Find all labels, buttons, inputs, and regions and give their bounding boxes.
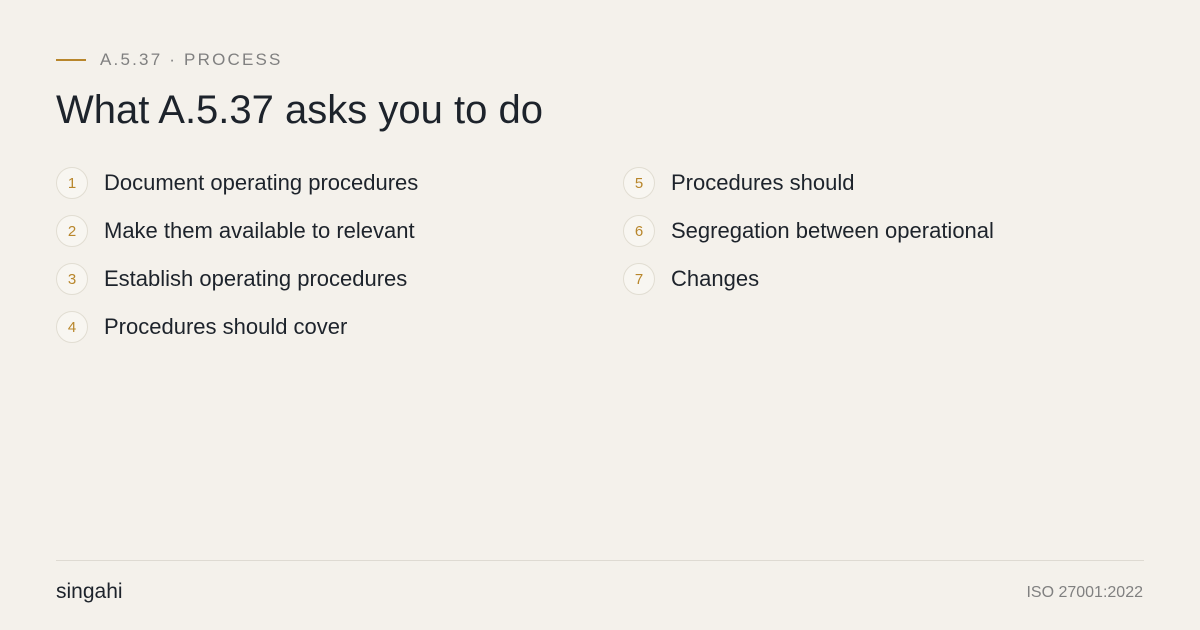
step-item-2: 2 Make them available to relevant bbox=[56, 213, 623, 249]
step-number-badge: 4 bbox=[56, 311, 88, 343]
step-label: Procedures should cover bbox=[104, 314, 348, 339]
step-number-badge: 7 bbox=[623, 263, 655, 295]
step-label: Establish operating procedures bbox=[104, 266, 408, 291]
step-number-badge: 6 bbox=[623, 215, 655, 247]
step-label: Changes bbox=[671, 266, 760, 291]
step-label: Procedures should bbox=[671, 170, 855, 195]
step-number-badge: 2 bbox=[56, 215, 88, 247]
eyebrow-text: A.5.37 · PROCESS bbox=[100, 50, 283, 69]
step-item-6: 6 Segregation between operational bbox=[623, 213, 1144, 249]
step-label: Segregation between operational bbox=[671, 218, 994, 243]
step-number-badge: 3 bbox=[56, 263, 88, 295]
step-item-1: 1 Document operating procedures bbox=[56, 165, 623, 201]
step-item-3: 3 Establish operating procedures bbox=[56, 261, 623, 297]
steps-column-left: 1 Document operating procedures 2 Make t… bbox=[56, 165, 623, 357]
step-label: Make them available to relevant bbox=[104, 218, 415, 243]
steps-list: 1 Document operating procedures 2 Make t… bbox=[56, 165, 1144, 357]
step-item-4: 4 Procedures should cover bbox=[56, 309, 623, 345]
eyebrow: A.5.37 · PROCESS bbox=[56, 48, 283, 72]
step-item-5: 5 Procedures should bbox=[623, 165, 1144, 201]
page-title: What A.5.37 asks you to do bbox=[56, 88, 543, 132]
step-label: Document operating procedures bbox=[104, 170, 419, 195]
footer-divider bbox=[56, 560, 1144, 561]
step-number-badge: 1 bbox=[56, 167, 88, 199]
step-number-badge: 5 bbox=[623, 167, 655, 199]
step-item-7: 7 Changes bbox=[623, 261, 1144, 297]
eyebrow-accent-rule bbox=[56, 59, 86, 61]
steps-column-right: 5 Procedures should 6 Segregation betwee… bbox=[623, 165, 1144, 357]
standard-reference: ISO 27001:2022 bbox=[1026, 584, 1143, 601]
brand-logo-text: singahi bbox=[56, 580, 123, 603]
